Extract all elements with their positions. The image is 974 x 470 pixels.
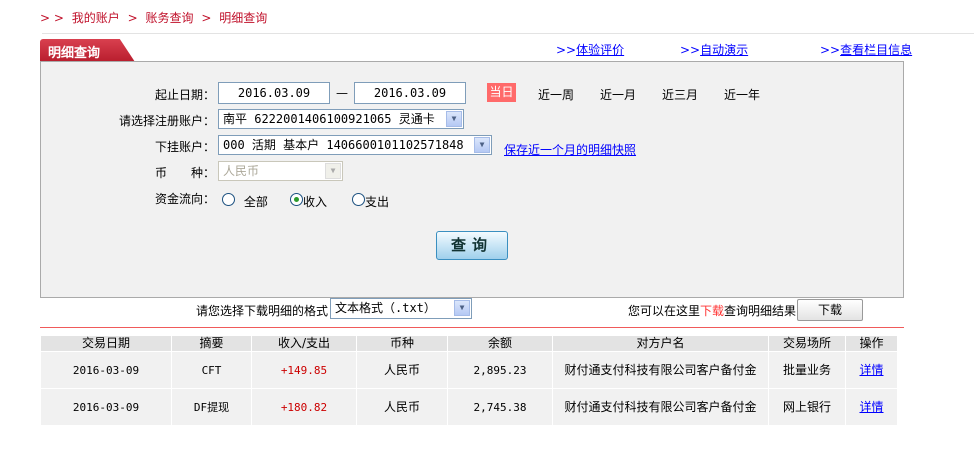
account-value: 南平 6222001406100921065 灵通卡 xyxy=(223,112,435,126)
header-summary: 摘要 xyxy=(172,336,251,351)
radio-all[interactable]: 全部 xyxy=(222,193,268,210)
cell-counterparty: 财付通支付科技有限公司客户备付金 xyxy=(553,389,768,425)
radio-expense[interactable]: 支出 xyxy=(352,193,389,210)
breadcrumb-account-query[interactable]: 账务查询 xyxy=(146,11,194,25)
cell-currency: 人民币 xyxy=(357,389,447,425)
link-prefix: >> xyxy=(820,43,841,57)
radio-label: 支出 xyxy=(365,195,390,209)
cell-date: 2016-03-09 xyxy=(41,352,171,388)
sub-account-select[interactable]: 000 活期 基本户 1406600101102571848 ▼ xyxy=(218,135,492,155)
account-select[interactable]: 南平 6222001406100921065 灵通卡 ▼ xyxy=(218,109,464,129)
table-row: 2016-03-09 DF提现 +180.82 人民币 2,745.38 财付通… xyxy=(41,389,897,425)
breadcrumb-prefix: > > xyxy=(40,11,64,25)
sub-account-label: 下挂账户： xyxy=(154,140,215,154)
format-select[interactable]: 文本格式（.txt） ▼ xyxy=(330,298,472,319)
cell-amount: +149.85 xyxy=(252,352,356,388)
quick-today[interactable]: 当日 xyxy=(487,83,516,102)
currency-value: 人民币 xyxy=(223,164,260,178)
header-currency: 币种 xyxy=(357,336,447,351)
sub-account-value: 000 活期 基本户 1406600101102571848 xyxy=(223,138,464,152)
chevron-down-icon: ▼ xyxy=(325,163,341,179)
cell-amount: +180.82 xyxy=(252,389,356,425)
cell-summary: DF提现 xyxy=(172,389,251,425)
chevron-down-icon[interactable]: ▼ xyxy=(446,111,462,127)
link-label[interactable]: 查看栏目信息 xyxy=(840,43,912,57)
breadcrumb-separator: > xyxy=(201,11,212,25)
header-venue: 交易场所 xyxy=(769,336,845,351)
breadcrumb: > > 我的账户 > 账务查询 > 明细查询 xyxy=(40,9,271,26)
cell-summary: CFT xyxy=(172,352,251,388)
account-label: 请选择注册账户： xyxy=(118,114,215,128)
quick-month[interactable]: 近一月 xyxy=(600,86,636,103)
detail-table: 交易日期 摘要 收入/支出 币种 余额 对方户名 交易场所 操作 2016-03… xyxy=(40,335,898,426)
download-button[interactable]: 下载 xyxy=(797,299,863,321)
cell-venue: 批量业务 xyxy=(769,352,845,388)
cell-currency: 人民币 xyxy=(357,352,447,388)
tab-detail-query[interactable]: 明细查询 xyxy=(40,39,135,62)
details-link[interactable]: 详情 xyxy=(859,400,883,414)
header-balance: 余额 xyxy=(448,336,552,351)
hint-download-word: 下载 xyxy=(700,304,725,318)
end-date-input[interactable]: 2016.03.09 xyxy=(354,82,466,104)
radio-label: 收入 xyxy=(303,195,328,209)
divider xyxy=(40,327,904,328)
flow-label: 资金流向： xyxy=(154,192,215,206)
currency-select: 人民币 ▼ xyxy=(218,161,343,181)
link-label[interactable]: 体验评价 xyxy=(576,43,624,57)
quick-year[interactable]: 近一年 xyxy=(724,86,760,103)
table-row: 2016-03-09 CFT +149.85 人民币 2,895.23 财付通支… xyxy=(41,352,897,388)
link-label[interactable]: 自动演示 xyxy=(700,43,748,57)
cell-venue: 网上银行 xyxy=(769,389,845,425)
details-link[interactable]: 详情 xyxy=(859,363,883,377)
breadcrumb-separator: > xyxy=(127,11,138,25)
format-value: 文本格式（.txt） xyxy=(335,301,436,315)
table-header: 交易日期 摘要 收入/支出 币种 余额 对方户名 交易场所 操作 xyxy=(41,336,897,351)
header-date: 交易日期 xyxy=(41,336,171,351)
header-counterparty: 对方户名 xyxy=(553,336,768,351)
date-label: 起止日期： xyxy=(154,88,215,102)
quick-three-months[interactable]: 近三月 xyxy=(662,86,698,103)
cell-counterparty: 财付通支付科技有限公司客户备付金 xyxy=(553,352,768,388)
radio-checked-icon[interactable] xyxy=(290,193,303,206)
query-button[interactable]: 查询 xyxy=(436,231,508,260)
header-amount: 收入/支出 xyxy=(252,336,356,351)
chevron-down-icon[interactable]: ▼ xyxy=(454,300,470,316)
format-label: 请您选择下载明细的格式 xyxy=(196,304,329,318)
date-dash: — xyxy=(336,86,348,100)
breadcrumb-my-account[interactable]: 我的账户 xyxy=(72,11,120,25)
hint-text: 查询明细结果 xyxy=(724,304,797,318)
cell-balance: 2,745.38 xyxy=(448,389,552,425)
hint-text: 您可以在这里 xyxy=(628,304,701,318)
link-column-info[interactable]: >>查看栏目信息 xyxy=(820,41,912,58)
start-date-input[interactable]: 2016.03.09 xyxy=(218,82,330,104)
chevron-down-icon[interactable]: ▼ xyxy=(474,137,490,153)
link-feedback[interactable]: >>体验评价 xyxy=(556,41,624,58)
radio-icon[interactable] xyxy=(222,193,235,206)
radio-label: 全部 xyxy=(243,195,268,209)
link-prefix: >> xyxy=(556,43,577,57)
cell-date: 2016-03-09 xyxy=(41,389,171,425)
header-action: 操作 xyxy=(846,336,897,351)
radio-icon[interactable] xyxy=(352,193,365,206)
link-prefix: >> xyxy=(680,43,701,57)
quick-week[interactable]: 近一周 xyxy=(538,86,574,103)
link-auto-demo[interactable]: >>自动演示 xyxy=(680,41,748,58)
download-hint: 您可以在这里下载查询明细结果 xyxy=(628,302,796,319)
breadcrumb-detail-query: 明细查询 xyxy=(219,11,268,25)
cell-balance: 2,895.23 xyxy=(448,352,552,388)
save-snapshot-link[interactable]: 保存近一个月的明细快照 xyxy=(504,141,636,158)
radio-income[interactable]: 收入 xyxy=(290,193,327,210)
currency-label: 币 种： xyxy=(154,166,215,180)
divider xyxy=(42,33,974,34)
